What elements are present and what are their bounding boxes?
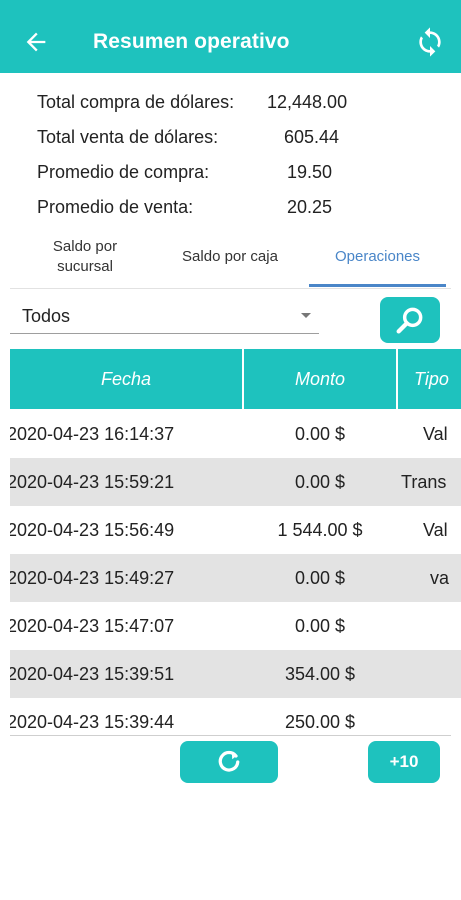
summary-row-total-venta: Total venta de dólares: 605.44 [0, 115, 461, 149]
cell-monto: 0.00 $ [294, 423, 346, 444]
cell-fecha: 2020-04-23 16:14:37 [10, 423, 175, 444]
table-row[interactable]: 2020-04-23 15:59:21 0.00 $ Trans [10, 458, 461, 506]
summary-row-total-compra: Total compra de dólares: 12,448.00 [0, 80, 461, 114]
tab-bar: Saldo por sucursal Saldo por caja Operac… [0, 225, 461, 288]
page-title: Resumen operativo [93, 30, 290, 53]
table-row[interactable]: 2020-04-23 16:14:37 0.00 $ Val [10, 410, 461, 458]
search-icon [396, 307, 423, 334]
column-header-monto[interactable]: Monto [244, 349, 396, 409]
cell-fecha: 2020-04-23 15:59:21 [10, 471, 175, 492]
operation-type-dropdown[interactable]: Todos [10, 300, 319, 334]
cell-fecha: 2020-04-23 15:47:07 [10, 615, 175, 636]
cell-monto: 0.00 $ [294, 615, 346, 636]
cell-fecha: 2020-04-23 15:39:44 [10, 711, 175, 732]
load-more-button[interactable]: +10 [368, 741, 440, 783]
cell-tipo: Val [423, 423, 448, 444]
chevron-down-icon [301, 313, 311, 318]
summary-row-promedio-compra: Promedio de compra: 19.50 [0, 150, 461, 184]
refresh-icon[interactable] [414, 26, 446, 58]
reload-button[interactable] [180, 741, 278, 783]
cell-fecha: 2020-04-23 15:49:27 [10, 567, 175, 588]
table-row[interactable]: 2020-04-23 15:47:07 0.00 $ [10, 602, 461, 650]
reload-icon [218, 750, 240, 772]
table-bottom-border [10, 735, 451, 736]
cell-fecha: 2020-04-23 15:56:49 [10, 519, 175, 540]
operations-table: Fecha Monto Tipo 2020-04-23 16:14:37 0.0… [10, 349, 461, 735]
summary-label: Promedio de compra: [37, 162, 210, 182]
cell-monto: 354.00 $ [284, 663, 356, 684]
table-row[interactable]: 2020-04-23 15:49:27 0.00 $ va [10, 554, 461, 602]
column-header-tipo[interactable]: Tipo [398, 349, 461, 409]
tab-operaciones[interactable]: Operaciones [309, 225, 446, 288]
cell-monto: 250.00 $ [284, 711, 356, 732]
cell-tipo: Val [423, 519, 448, 540]
divider [10, 288, 451, 289]
summary-value: 20.25 [287, 197, 333, 217]
table-row[interactable]: 2020-04-23 15:56:49 1 544.00 $ Val [10, 506, 461, 554]
cell-monto: 0.00 $ [294, 471, 346, 492]
arrow-left-icon[interactable] [22, 28, 50, 56]
tab-saldo-por-sucursal[interactable]: Saldo por sucursal [30, 225, 140, 288]
summary-label: Total compra de dólares: [37, 92, 235, 112]
dropdown-underline [10, 333, 319, 334]
cell-tipo: va [430, 567, 450, 588]
cell-monto: 1 544.00 $ [277, 519, 363, 540]
table-header: Fecha Monto Tipo [10, 349, 461, 409]
app-bar: Resumen operativo [0, 0, 461, 73]
summary-value: 12,448.00 [267, 92, 348, 112]
table-row[interactable]: 2020-04-23 15:39:51 354.00 $ [10, 650, 461, 698]
table-row[interactable]: 2020-04-23 15:39:44 250.00 $ [10, 698, 461, 735]
summary-value: 605.44 [284, 127, 340, 147]
tab-saldo-por-caja[interactable]: Saldo por caja [160, 225, 300, 288]
summary-label: Total venta de dólares: [37, 127, 219, 147]
summary-label: Promedio de venta: [37, 197, 194, 217]
cell-fecha: 2020-04-23 15:39:51 [10, 663, 175, 684]
summary-row-promedio-venta: Promedio de venta: 20.25 [0, 185, 461, 219]
dropdown-selected-value: Todos [22, 306, 71, 326]
active-tab-indicator [309, 284, 446, 287]
cell-monto: 0.00 $ [294, 567, 346, 588]
summary-value: 19.50 [287, 162, 333, 182]
column-header-fecha[interactable]: Fecha [10, 349, 242, 409]
search-button[interactable] [380, 297, 440, 343]
cell-tipo: Trans [401, 471, 447, 492]
